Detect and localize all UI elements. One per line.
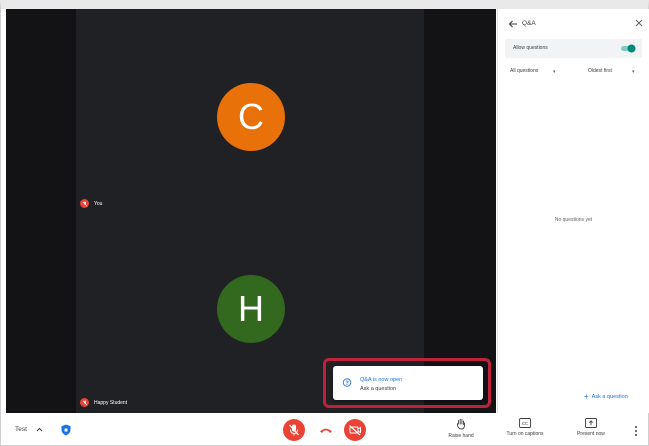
caret-down-icon[interactable]: ▾ bbox=[632, 69, 635, 75]
participant-tag-you: You bbox=[80, 199, 102, 208]
raise-hand-button[interactable]: Raise hand bbox=[442, 418, 480, 439]
chevron-up-icon[interactable] bbox=[36, 427, 43, 432]
toast-title: Q&A is now open bbox=[360, 377, 403, 383]
stage-side-right bbox=[424, 9, 496, 413]
raise-hand-label: Raise hand bbox=[448, 433, 474, 439]
captions-icon: CC bbox=[519, 418, 531, 428]
back-arrow-icon[interactable] bbox=[508, 19, 518, 29]
captions-button[interactable]: CC Turn on captions bbox=[499, 418, 551, 437]
participant-tag-happy-student: Happy Student bbox=[80, 398, 127, 407]
bottom-control-bar: Test Raise hand CC Turn on captions Pres… bbox=[1, 413, 648, 445]
camera-toggle-button[interactable] bbox=[344, 419, 366, 441]
ask-question-label: Ask a question bbox=[591, 394, 628, 400]
qa-open-toast[interactable]: Q&A is now open Ask a question bbox=[333, 366, 483, 400]
participant-name: You bbox=[94, 200, 103, 207]
allow-questions-label: Allow questions bbox=[513, 45, 548, 51]
ask-question-button[interactable]: + Ask a question bbox=[584, 393, 628, 401]
mic-off-icon bbox=[80, 398, 89, 407]
meeting-name[interactable]: Test bbox=[15, 426, 27, 433]
mic-off-icon bbox=[80, 199, 89, 208]
mic-toggle-button[interactable] bbox=[283, 419, 305, 441]
more-options-icon[interactable] bbox=[634, 425, 638, 437]
questions-filter-dropdown[interactable]: All questions bbox=[510, 68, 538, 74]
participant-name: Happy Student bbox=[94, 399, 128, 406]
participant-avatar-h: H bbox=[217, 275, 285, 343]
hang-up-button[interactable] bbox=[319, 426, 333, 434]
mic-off-icon bbox=[289, 424, 299, 436]
hand-icon bbox=[456, 418, 465, 430]
qa-panel: Q&A Allow questions All questions ▾ Olde… bbox=[497, 9, 649, 413]
allow-questions-row: Allow questions bbox=[505, 39, 642, 58]
empty-state-message: No questions yet bbox=[554, 217, 593, 223]
toast-ask-link[interactable]: Ask a question bbox=[360, 386, 396, 392]
panel-title: Q&A bbox=[522, 20, 536, 27]
svg-text:CC: CC bbox=[522, 421, 528, 426]
shield-icon[interactable] bbox=[61, 424, 71, 436]
caret-down-icon[interactable]: ▾ bbox=[553, 69, 556, 75]
allow-questions-toggle[interactable] bbox=[620, 44, 636, 53]
present-now-label: Present now bbox=[577, 431, 605, 437]
camera-off-icon bbox=[349, 425, 361, 436]
participant-avatar-c: C bbox=[217, 83, 285, 151]
sort-order-dropdown[interactable]: Oldest first bbox=[588, 68, 612, 74]
plus-icon: + bbox=[584, 392, 589, 401]
video-stage: C You H Happy Student bbox=[6, 9, 496, 413]
qa-icon bbox=[342, 375, 352, 393]
stage-side-left bbox=[6, 9, 76, 413]
present-icon bbox=[585, 418, 597, 428]
present-now-button[interactable]: Present now bbox=[571, 418, 611, 437]
close-icon[interactable] bbox=[635, 19, 643, 27]
captions-label: Turn on captions bbox=[506, 431, 544, 437]
